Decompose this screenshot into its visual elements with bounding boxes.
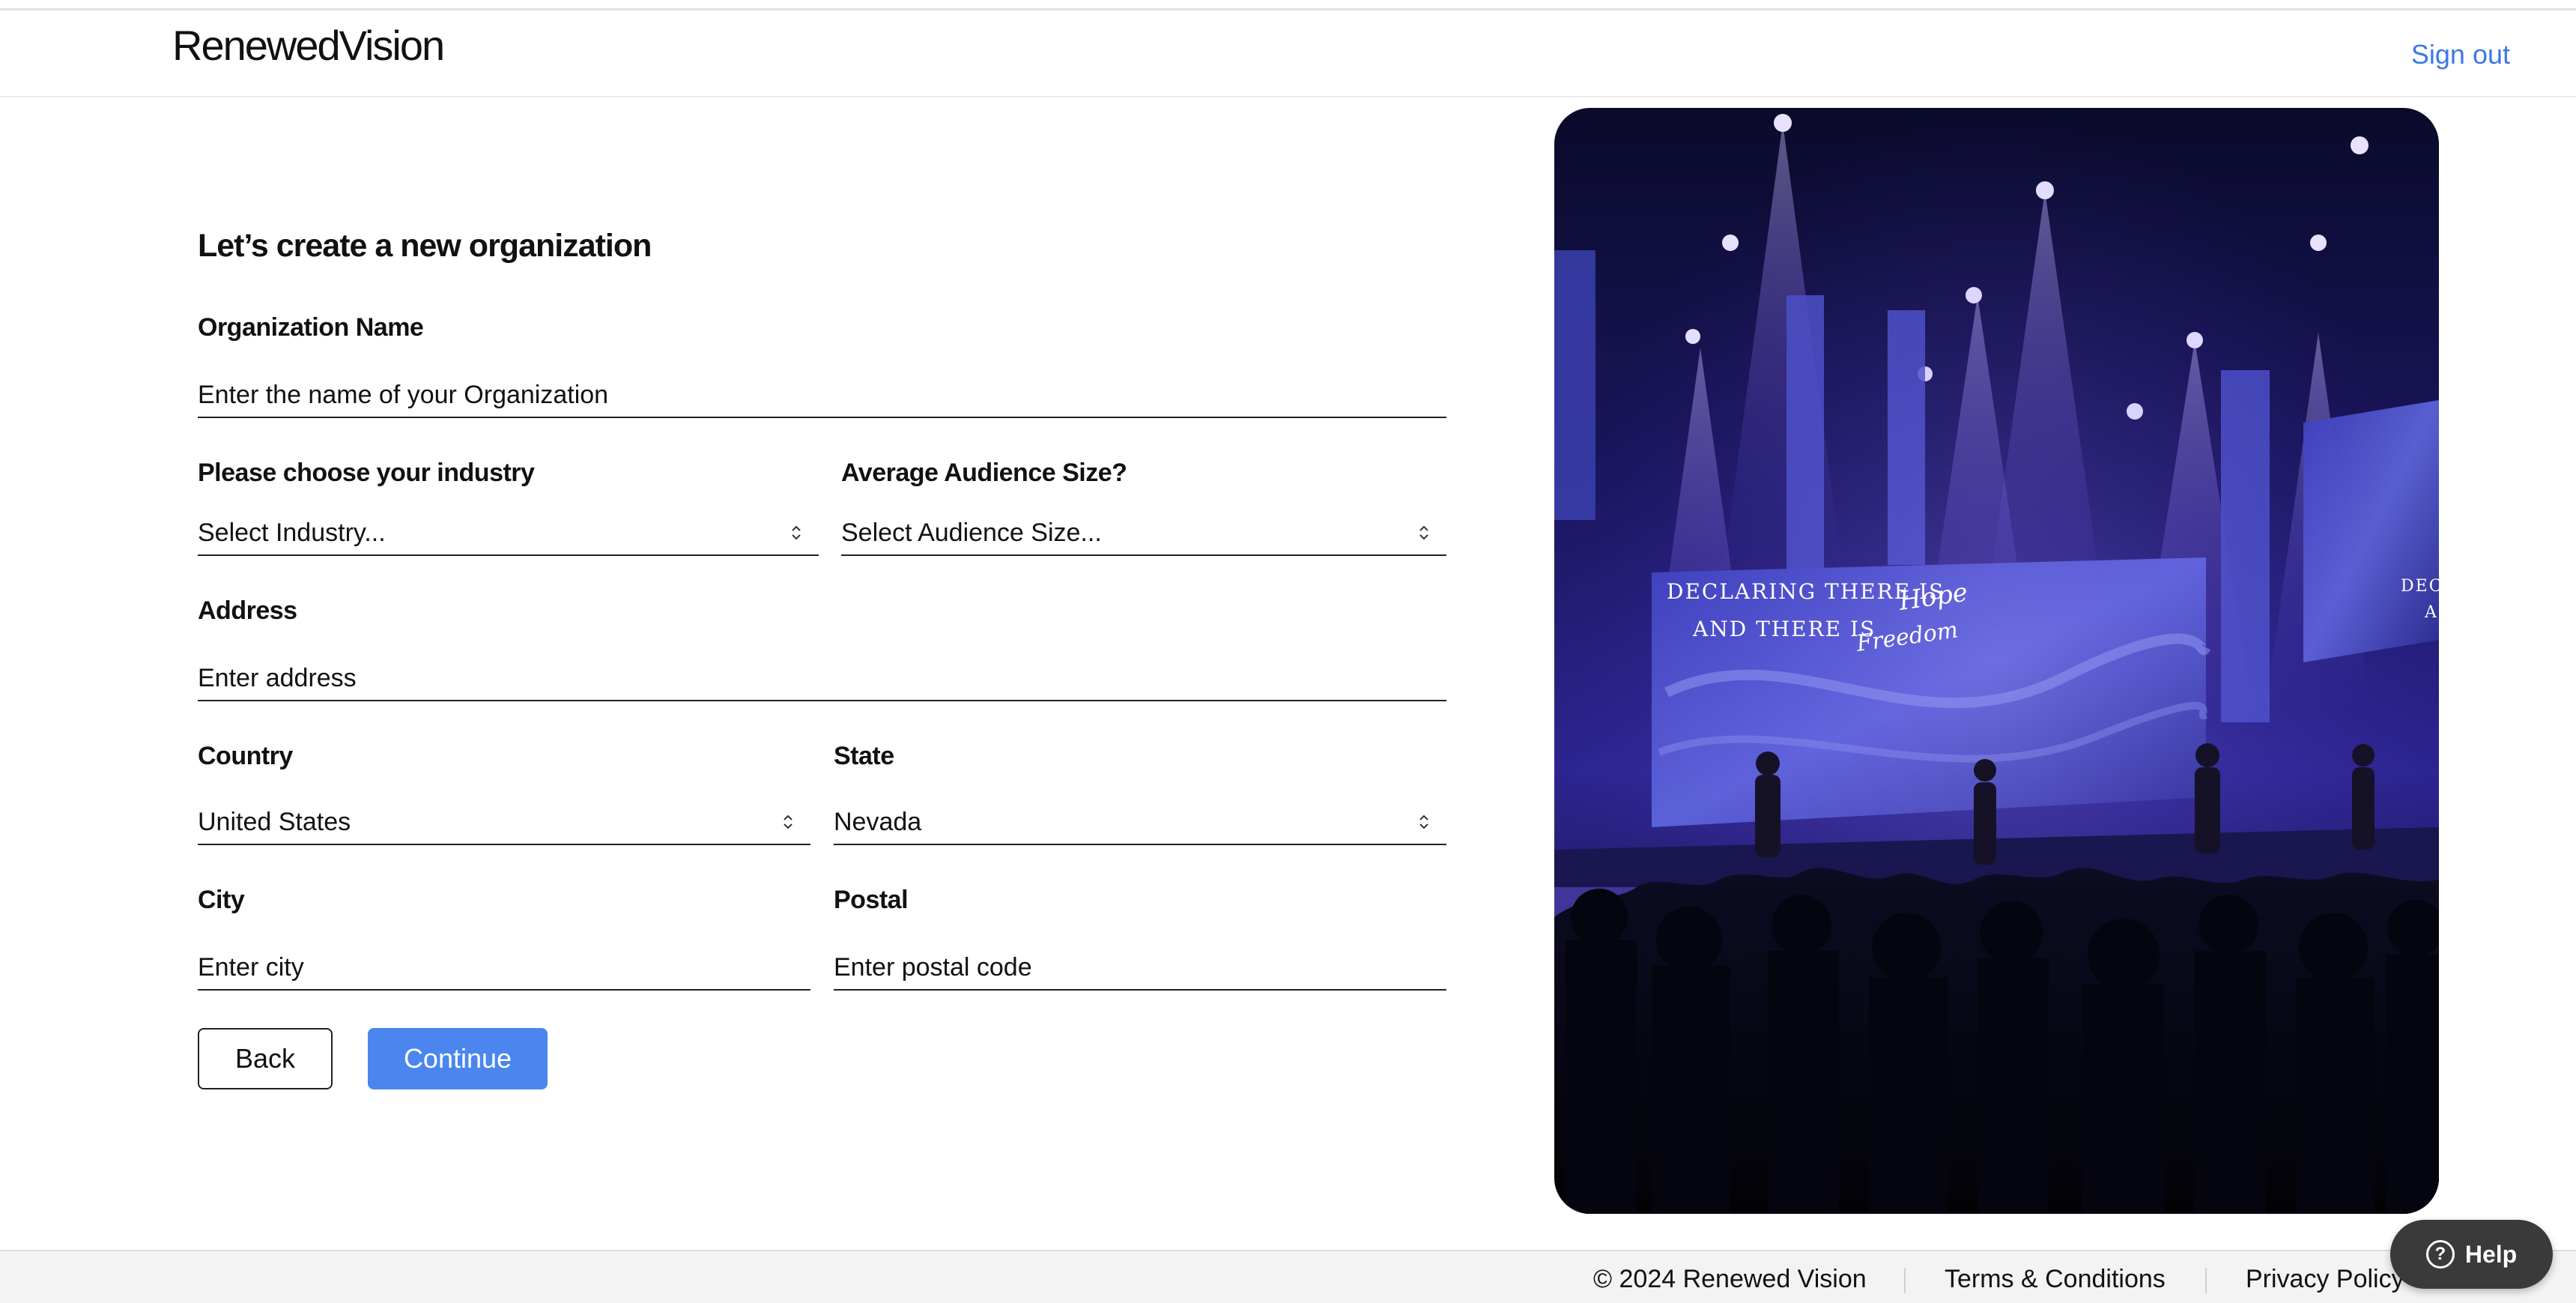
city-label: City bbox=[198, 886, 245, 914]
sign-out-link[interactable]: Sign out bbox=[2411, 39, 2510, 70]
help-label: Help bbox=[2464, 1240, 2518, 1268]
city-input[interactable]: Enter city bbox=[198, 946, 810, 991]
help-button[interactable]: ? Help bbox=[2390, 1220, 2553, 1289]
postal-label: Postal bbox=[834, 886, 909, 914]
select-arrows-icon bbox=[781, 810, 795, 834]
org-name-label: Organization Name bbox=[198, 313, 424, 342]
select-arrows-icon bbox=[1416, 810, 1431, 834]
state-value: Nevada bbox=[834, 807, 922, 836]
postal-placeholder: Enter postal code bbox=[834, 952, 1032, 982]
footer: © 2024 Renewed Vision Terms & Conditions… bbox=[0, 1250, 2576, 1303]
org-name-input[interactable]: Enter the name of your Organization bbox=[198, 373, 1446, 418]
question-icon: ? bbox=[2425, 1240, 2455, 1269]
worship-stage-photo: DECLARING THERE IS Hope AND THERE IS Fre… bbox=[1554, 108, 2439, 1214]
side-screen-text-line2: A bbox=[2424, 603, 2437, 622]
audience-value: Select Audience Size... bbox=[841, 518, 1102, 547]
industry-select[interactable]: Select Industry... bbox=[198, 511, 819, 556]
select-arrows-icon bbox=[1416, 521, 1431, 545]
top-border bbox=[0, 0, 2576, 10]
country-label: Country bbox=[198, 742, 293, 770]
address-label: Address bbox=[198, 596, 297, 625]
logo[interactable]: RenewedVision bbox=[172, 21, 445, 70]
address-placeholder: Enter address bbox=[198, 663, 357, 692]
industry-value: Select Industry... bbox=[198, 518, 386, 547]
org-name-placeholder: Enter the name of your Organization bbox=[198, 380, 609, 409]
state-select[interactable]: Nevada bbox=[834, 800, 1446, 845]
audience-select[interactable]: Select Audience Size... bbox=[841, 511, 1446, 556]
side-screen-text-line1: DEC bbox=[2401, 577, 2439, 596]
city-placeholder: Enter city bbox=[198, 952, 304, 982]
country-value: United States bbox=[198, 807, 351, 836]
page-title: Let’s create a new organization bbox=[198, 228, 652, 264]
continue-button[interactable]: Continue bbox=[368, 1028, 548, 1089]
back-button[interactable]: Back bbox=[198, 1028, 333, 1089]
select-arrows-icon bbox=[789, 521, 804, 545]
industry-label: Please choose your industry bbox=[198, 459, 535, 487]
audience-label: Average Audience Size? bbox=[841, 459, 1127, 487]
terms-link[interactable]: Terms & Conditions bbox=[1945, 1265, 2166, 1294]
footer-divider bbox=[2205, 1268, 2207, 1293]
privacy-link[interactable]: Privacy Policy bbox=[2246, 1265, 2404, 1294]
screen-text-line2: AND THERE IS bbox=[1692, 617, 1876, 641]
state-label: State bbox=[834, 742, 894, 770]
footer-divider bbox=[1904, 1268, 1906, 1293]
postal-input[interactable]: Enter postal code bbox=[834, 946, 1446, 991]
address-input[interactable]: Enter address bbox=[198, 656, 1446, 701]
country-select[interactable]: United States bbox=[198, 800, 810, 845]
header: RenewedVision Sign out bbox=[0, 10, 2576, 97]
copyright-text: © 2024 Renewed Vision bbox=[1593, 1265, 1867, 1293]
